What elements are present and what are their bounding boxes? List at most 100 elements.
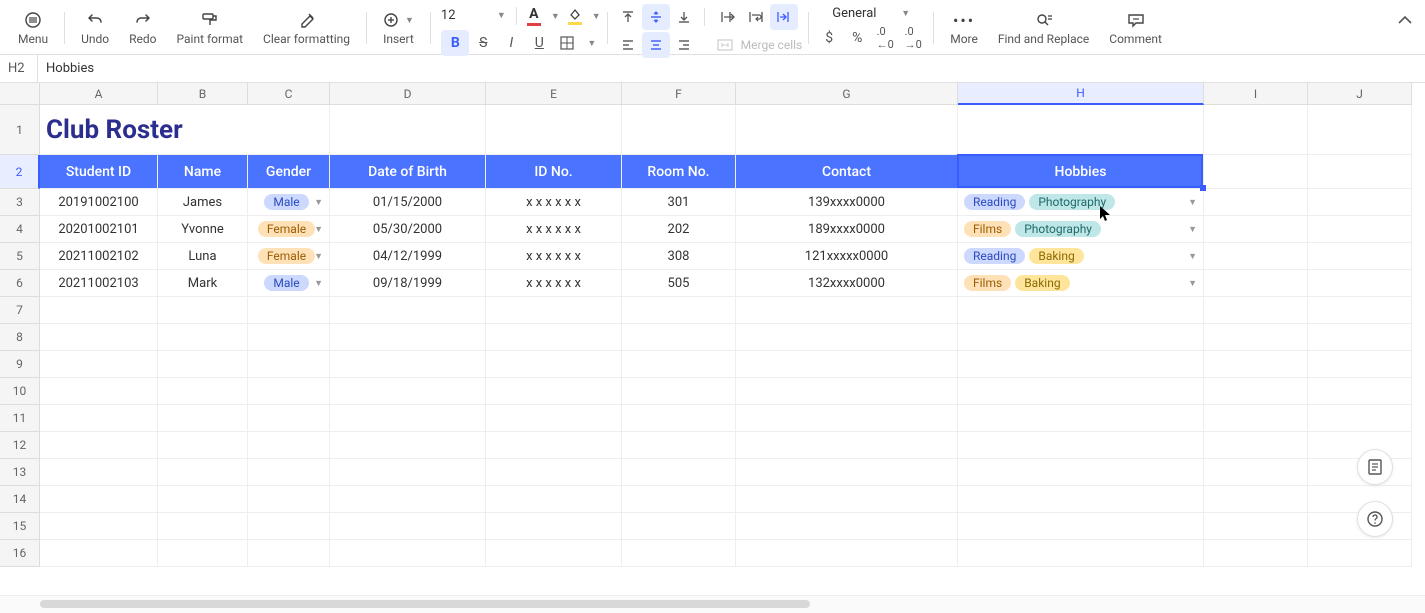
empty-cell[interactable]: [40, 405, 158, 432]
column-header-H[interactable]: H: [958, 83, 1204, 105]
header-cell-hobbies[interactable]: Hobbies: [958, 155, 1204, 189]
empty-cell[interactable]: [736, 540, 958, 567]
valign-bottom-button[interactable]: [670, 4, 698, 30]
empty-cell[interactable]: [736, 105, 958, 155]
empty-cell[interactable]: [1204, 297, 1308, 324]
row-header-1[interactable]: 1: [0, 105, 40, 155]
number-format-select[interactable]: General ▼: [826, 4, 916, 23]
empty-cell[interactable]: [1204, 459, 1308, 486]
empty-cell[interactable]: [1204, 155, 1308, 189]
row-header-10[interactable]: 10: [0, 378, 40, 405]
empty-cell[interactable]: [330, 324, 486, 351]
empty-cell[interactable]: [622, 432, 736, 459]
empty-cell[interactable]: [486, 105, 622, 155]
empty-cell[interactable]: [158, 513, 248, 540]
row-header-2[interactable]: 2: [0, 155, 40, 189]
cell-gender[interactable]: Female▼: [248, 243, 330, 270]
empty-cell[interactable]: [158, 432, 248, 459]
empty-cell[interactable]: [1308, 351, 1412, 378]
row-header-9[interactable]: 9: [0, 351, 40, 378]
empty-cell[interactable]: [736, 513, 958, 540]
fill-color-button[interactable]: [564, 5, 586, 27]
chevron-down-icon[interactable]: ▼: [314, 278, 323, 289]
empty-cell[interactable]: [158, 405, 248, 432]
cell-gender[interactable]: Female▼: [248, 216, 330, 243]
insert-button[interactable]: ▼ Insert: [373, 4, 424, 52]
empty-cell[interactable]: [1204, 432, 1308, 459]
header-cell-room-no-[interactable]: Room No.: [622, 155, 736, 189]
row-header-4[interactable]: 4: [0, 216, 40, 243]
empty-cell[interactable]: [330, 378, 486, 405]
halign-right-button[interactable]: [670, 32, 698, 58]
empty-cell[interactable]: [40, 324, 158, 351]
cell-hobbies[interactable]: ReadingPhotography▼: [958, 189, 1204, 216]
halign-center-button[interactable]: [642, 32, 670, 58]
empty-cell[interactable]: [486, 405, 622, 432]
empty-cell[interactable]: [622, 405, 736, 432]
currency-button[interactable]: $: [815, 25, 843, 51]
empty-cell[interactable]: [1308, 378, 1412, 405]
empty-cell[interactable]: [248, 297, 330, 324]
cell-idno[interactable]: x x x x x x: [486, 216, 622, 243]
chevron-down-icon[interactable]: ▼: [1188, 278, 1197, 289]
empty-cell[interactable]: [1308, 270, 1412, 297]
chevron-down-icon[interactable]: ▼: [314, 197, 323, 208]
percent-button[interactable]: %: [843, 25, 871, 51]
empty-cell[interactable]: [248, 351, 330, 378]
chevron-down-icon[interactable]: ▼: [587, 38, 596, 49]
cell-dob[interactable]: 09/18/1999: [330, 270, 486, 297]
empty-cell[interactable]: [158, 540, 248, 567]
empty-cell[interactable]: [958, 432, 1204, 459]
empty-cell[interactable]: [330, 513, 486, 540]
chevron-down-icon[interactable]: ▼: [314, 224, 323, 235]
cell-gender[interactable]: Male▼: [248, 189, 330, 216]
empty-cell[interactable]: [40, 378, 158, 405]
italic-button[interactable]: I: [497, 30, 525, 56]
column-header-F[interactable]: F: [622, 83, 736, 105]
row-header-8[interactable]: 8: [0, 324, 40, 351]
comment-button[interactable]: Comment: [1099, 4, 1172, 52]
empty-cell[interactable]: [486, 297, 622, 324]
cell-room[interactable]: 202: [622, 216, 736, 243]
valign-top-button[interactable]: [614, 4, 642, 30]
empty-cell[interactable]: [1204, 324, 1308, 351]
cell-dob[interactable]: 05/30/2000: [330, 216, 486, 243]
empty-cell[interactable]: [622, 297, 736, 324]
empty-cell[interactable]: [736, 324, 958, 351]
cell-dob[interactable]: 04/12/1999: [330, 243, 486, 270]
empty-cell[interactable]: [330, 105, 486, 155]
empty-cell[interactable]: [1204, 351, 1308, 378]
header-cell-student-id[interactable]: Student ID: [40, 155, 158, 189]
empty-cell[interactable]: [1204, 105, 1308, 155]
empty-cell[interactable]: [958, 540, 1204, 567]
cell-contact[interactable]: 121xxxxx0000: [736, 243, 958, 270]
cell-hobbies[interactable]: ReadingBaking▼: [958, 243, 1204, 270]
empty-cell[interactable]: [622, 486, 736, 513]
empty-cell[interactable]: [158, 486, 248, 513]
empty-cell[interactable]: [958, 486, 1204, 513]
column-header-A[interactable]: A: [40, 83, 158, 105]
chevron-down-icon[interactable]: ▼: [314, 251, 323, 262]
chevron-down-icon[interactable]: ▼: [1188, 197, 1197, 208]
empty-cell[interactable]: [248, 540, 330, 567]
empty-cell[interactable]: [736, 405, 958, 432]
empty-cell[interactable]: [248, 324, 330, 351]
empty-cell[interactable]: [736, 378, 958, 405]
row-header-7[interactable]: 7: [0, 297, 40, 324]
row-header-5[interactable]: 5: [0, 243, 40, 270]
empty-cell[interactable]: [158, 297, 248, 324]
column-header-E[interactable]: E: [486, 83, 622, 105]
row-header-11[interactable]: 11: [0, 405, 40, 432]
empty-cell[interactable]: [622, 540, 736, 567]
empty-cell[interactable]: [486, 459, 622, 486]
empty-cell[interactable]: [1204, 216, 1308, 243]
increase-decimal-button[interactable]: .0←0: [871, 25, 899, 51]
empty-cell[interactable]: [958, 459, 1204, 486]
empty-cell[interactable]: [958, 405, 1204, 432]
find-replace-button[interactable]: Find and Replace: [988, 4, 1099, 52]
chevron-down-icon[interactable]: ▼: [551, 11, 560, 22]
empty-cell[interactable]: [1308, 297, 1412, 324]
empty-cell[interactable]: [486, 513, 622, 540]
wrap-overflow-button[interactable]: [714, 4, 742, 30]
empty-cell[interactable]: [1308, 540, 1412, 567]
